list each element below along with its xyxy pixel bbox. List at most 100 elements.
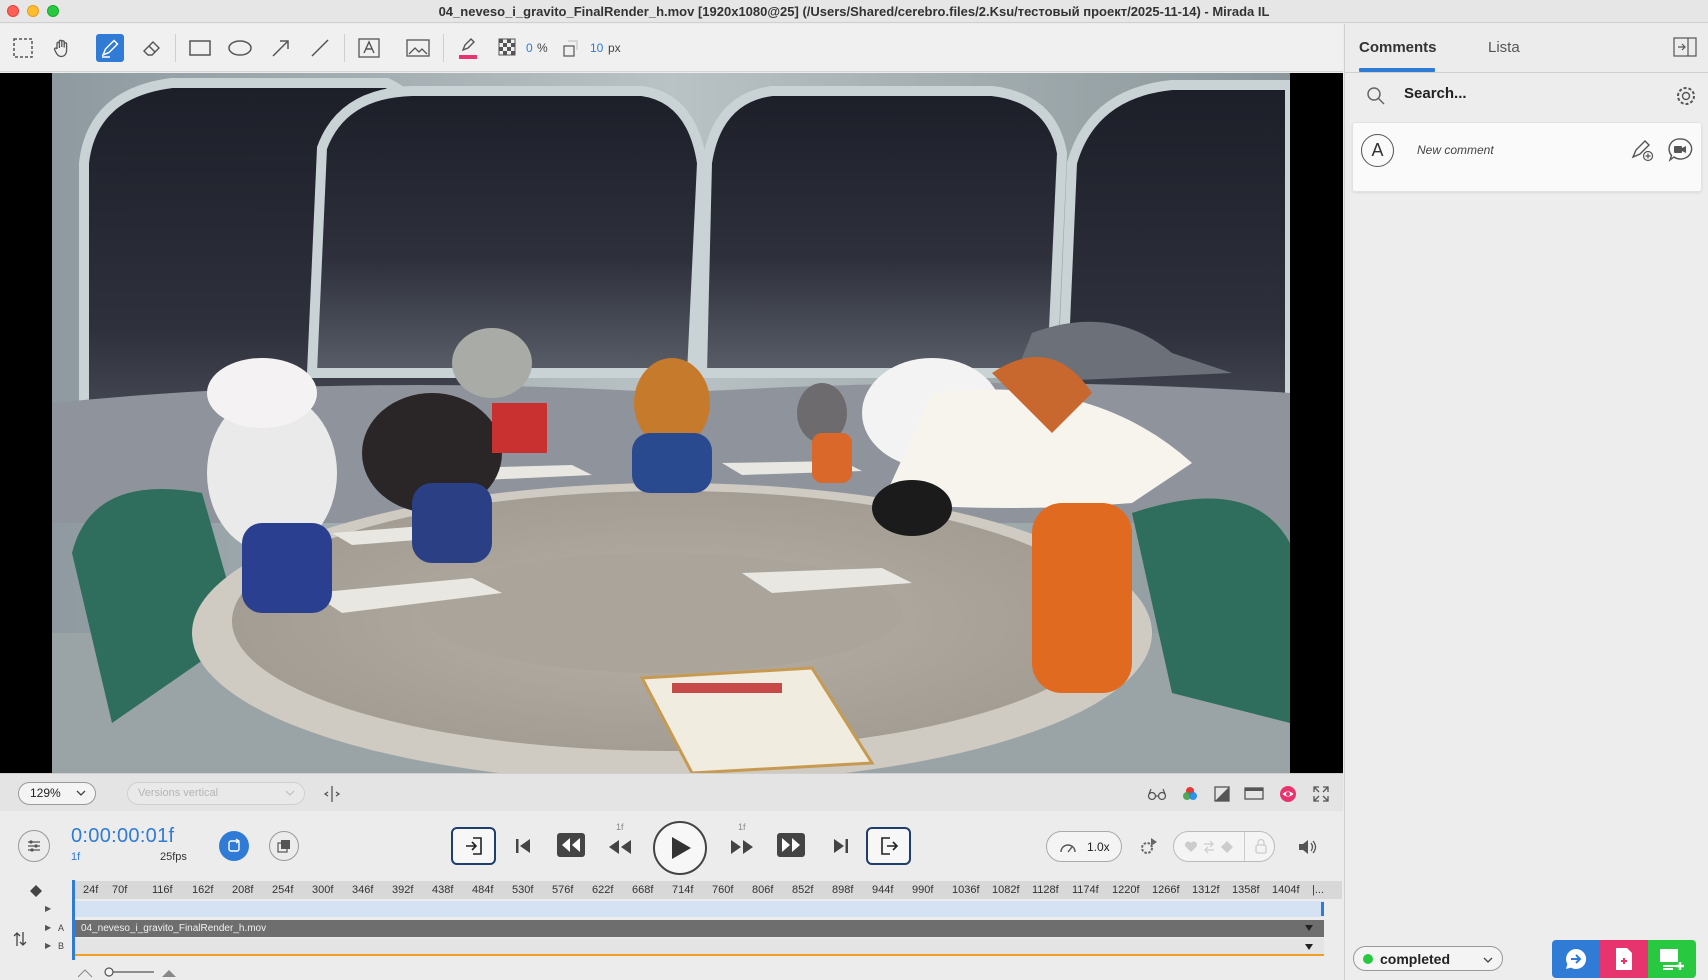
rectangle-icon (189, 40, 211, 56)
tab-comments[interactable]: Comments (1359, 39, 1437, 56)
loop-toggle[interactable] (219, 831, 249, 861)
ruler-tick: 438f (432, 884, 454, 896)
track-a-clip[interactable]: 04_neveso_i_gravito_FinalRender_h.mov (72, 920, 1324, 937)
play-icon (672, 837, 691, 859)
timeline-ruler[interactable]: 24f 70f 116f 162f 208f 254f 300f 346f 39… (72, 881, 1342, 899)
loop-icon (228, 838, 241, 852)
select-tool-button[interactable] (9, 34, 37, 62)
zoom-select[interactable]: 129% (18, 782, 96, 805)
compare-button[interactable] (1146, 783, 1168, 805)
out-point-icon (880, 837, 898, 855)
rectangle-tool-button[interactable] (186, 34, 214, 62)
lock-icon[interactable] (1254, 838, 1268, 854)
track-b[interactable] (72, 938, 1324, 956)
swap-icon[interactable] (1202, 840, 1216, 854)
step-forward-button[interactable] (728, 835, 756, 859)
collapse-panel-button[interactable] (1673, 37, 1697, 62)
comment-search[interactable]: Search... (1345, 74, 1708, 116)
safe-area-button[interactable] (1243, 783, 1265, 805)
previous-mark-button[interactable] (554, 830, 588, 860)
track-menu-icon[interactable] (1304, 943, 1314, 951)
text-box-icon (358, 38, 380, 58)
image-tool-button[interactable] (404, 34, 432, 62)
swap-tracks-button[interactable] (12, 930, 28, 953)
new-comment-input[interactable]: New comment (1417, 143, 1494, 157)
grid-opacity-button[interactable] (494, 34, 522, 62)
next-mark-button[interactable] (774, 830, 808, 860)
zoom-slider-icon (77, 967, 176, 978)
heart-icon[interactable] (1184, 840, 1198, 854)
brush-size-value[interactable]: 10 (590, 41, 603, 55)
ruler-tick: 622f (592, 884, 614, 896)
step-back-amount: 1f (616, 822, 624, 832)
ruler-tick: 24f (83, 884, 99, 896)
tab-lista[interactable]: Lista (1488, 39, 1520, 56)
video-comment-icon[interactable] (1667, 137, 1693, 163)
expand-track-b-arrow[interactable]: ▶ (45, 941, 51, 950)
line-tool-button[interactable] (306, 34, 334, 62)
eraser-tool-button[interactable] (138, 34, 166, 62)
expand-track-arrow[interactable]: ▶ (45, 904, 51, 913)
go-to-end-button[interactable] (828, 833, 854, 859)
draw-annotation-icon[interactable] (1629, 137, 1655, 163)
timecode-display[interactable]: 0:00:00:01f (71, 825, 174, 848)
status-select[interactable]: completed (1353, 946, 1503, 971)
overlay-toggle[interactable] (269, 831, 299, 861)
out-marker[interactable] (1321, 902, 1324, 916)
brush-size-button[interactable] (556, 34, 584, 62)
exposure-button[interactable] (1211, 783, 1233, 805)
timeline[interactable]: 24f 70f 116f 162f 208f 254f 300f 346f 39… (0, 878, 1343, 980)
send-comment-button[interactable] (1552, 940, 1600, 978)
expand-track-a-arrow[interactable]: ▶ (45, 923, 51, 932)
timeline-top-track[interactable] (72, 901, 1324, 917)
app-window: 04_neveso_i_gravito_FinalRender_h.mov [1… (0, 0, 1708, 980)
brush-size-unit: px (608, 41, 621, 55)
color-channels-button[interactable] (1179, 783, 1201, 805)
new-comment-card[interactable]: A New comment (1352, 122, 1702, 192)
search-input[interactable]: Search... (1404, 85, 1467, 102)
playlist-add-icon (1660, 949, 1684, 970)
diamond-icon[interactable] (1220, 840, 1234, 854)
ellipse-tool-button[interactable] (226, 34, 254, 62)
timeline-settings-button[interactable] (18, 830, 50, 862)
ruler-tick: 254f (272, 884, 294, 896)
pen-icon (101, 39, 119, 58)
step-back-button[interactable] (606, 835, 634, 859)
gear-icon[interactable] (1675, 85, 1697, 107)
document-add-icon (1616, 948, 1632, 970)
ruler-tick: 208f (232, 884, 254, 896)
hand-tool-button[interactable] (48, 34, 76, 62)
volume-button[interactable] (1295, 835, 1319, 859)
text-tool-button[interactable] (355, 34, 383, 62)
ruler-tick: 346f (352, 884, 374, 896)
set-in-point-button[interactable] (451, 827, 496, 865)
play-button[interactable] (653, 821, 707, 875)
pen-tool-button[interactable] (96, 34, 124, 62)
video-viewer[interactable] (0, 73, 1343, 773)
add-marker-button[interactable] (29, 884, 43, 903)
image-icon (406, 39, 430, 57)
ruler-tick: 300f (312, 884, 334, 896)
split-view-button[interactable] (321, 783, 343, 805)
playback-speed-select[interactable]: 1.0x (1046, 831, 1122, 862)
rgb-channels-icon (1183, 787, 1197, 800)
set-out-point-button[interactable] (866, 827, 911, 865)
track-menu-icon[interactable] (1304, 924, 1314, 932)
add-to-playlist-button[interactable] (1648, 940, 1696, 978)
go-to-start-button[interactable] (510, 833, 536, 859)
window-title: 04_neveso_i_gravito_FinalRender_h.mov [1… (438, 4, 1270, 19)
hand-icon (53, 39, 68, 58)
playhead[interactable] (72, 880, 75, 960)
timeline-zoom-slider[interactable] (77, 964, 178, 978)
color-picker-button[interactable] (454, 34, 482, 62)
visibility-toggle[interactable] (1277, 783, 1299, 805)
arrow-tool-button[interactable] (267, 34, 295, 62)
ruler-tick: 898f (832, 884, 854, 896)
ruler-tick: 1220f (1112, 884, 1140, 896)
opacity-value[interactable]: 0 (526, 41, 533, 55)
ruler-tick: 116f (152, 884, 173, 896)
fullscreen-button[interactable] (1310, 783, 1332, 805)
ruler-tick: 668f (632, 884, 654, 896)
audio-sync-button[interactable] (1135, 834, 1161, 860)
export-document-button[interactable] (1600, 940, 1648, 978)
